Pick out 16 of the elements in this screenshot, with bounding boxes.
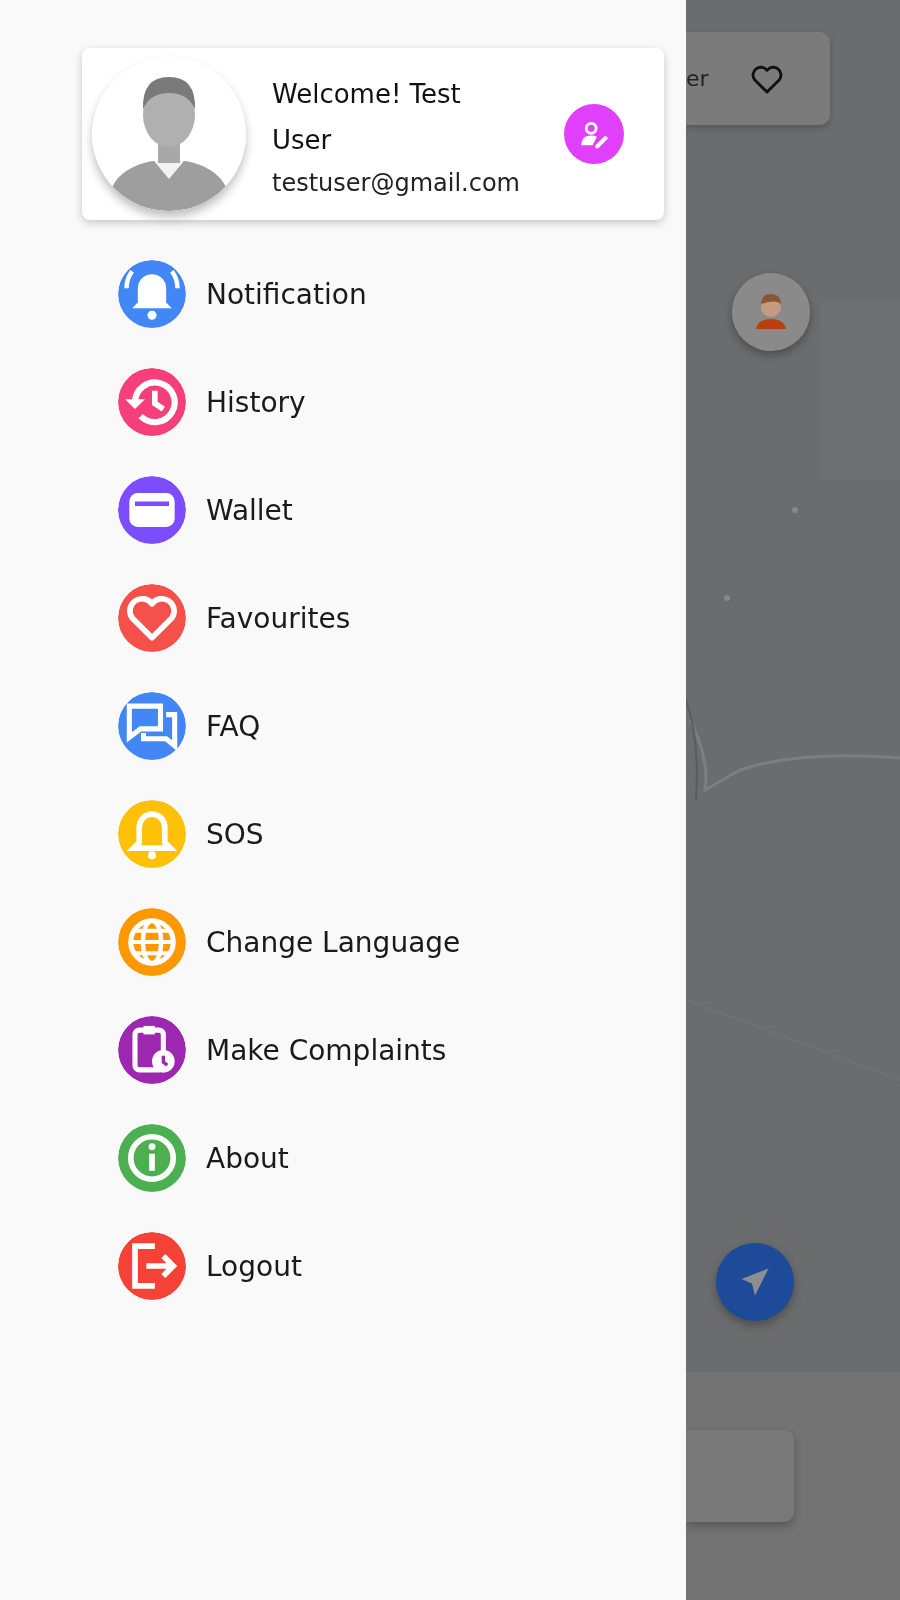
menu-item[interactable]: Make Complaints	[118, 1016, 447, 1084]
menu-item[interactable]: Change Language	[118, 908, 461, 976]
search-bar[interactable]: er	[686, 32, 830, 125]
user-email: testuser@gmail.com	[272, 169, 521, 197]
search-bar-text: er	[686, 66, 709, 91]
menu-item[interactable]: Notification	[118, 260, 367, 328]
avatar-icon	[92, 57, 246, 211]
menu-item[interactable]: SOS	[118, 800, 264, 868]
edit-profile-button[interactable]	[564, 104, 624, 164]
menu-item[interactable]: Logout	[118, 1232, 302, 1300]
menu-item[interactable]: History	[118, 368, 306, 436]
menu-item[interactable]: Wallet	[118, 476, 293, 544]
menu-item[interactable]: Favourites	[118, 584, 351, 652]
menu-item[interactable]: FAQ	[118, 692, 261, 760]
menu-item[interactable]: About	[118, 1124, 289, 1192]
welcome-text: Welcome! Test User	[272, 78, 462, 157]
